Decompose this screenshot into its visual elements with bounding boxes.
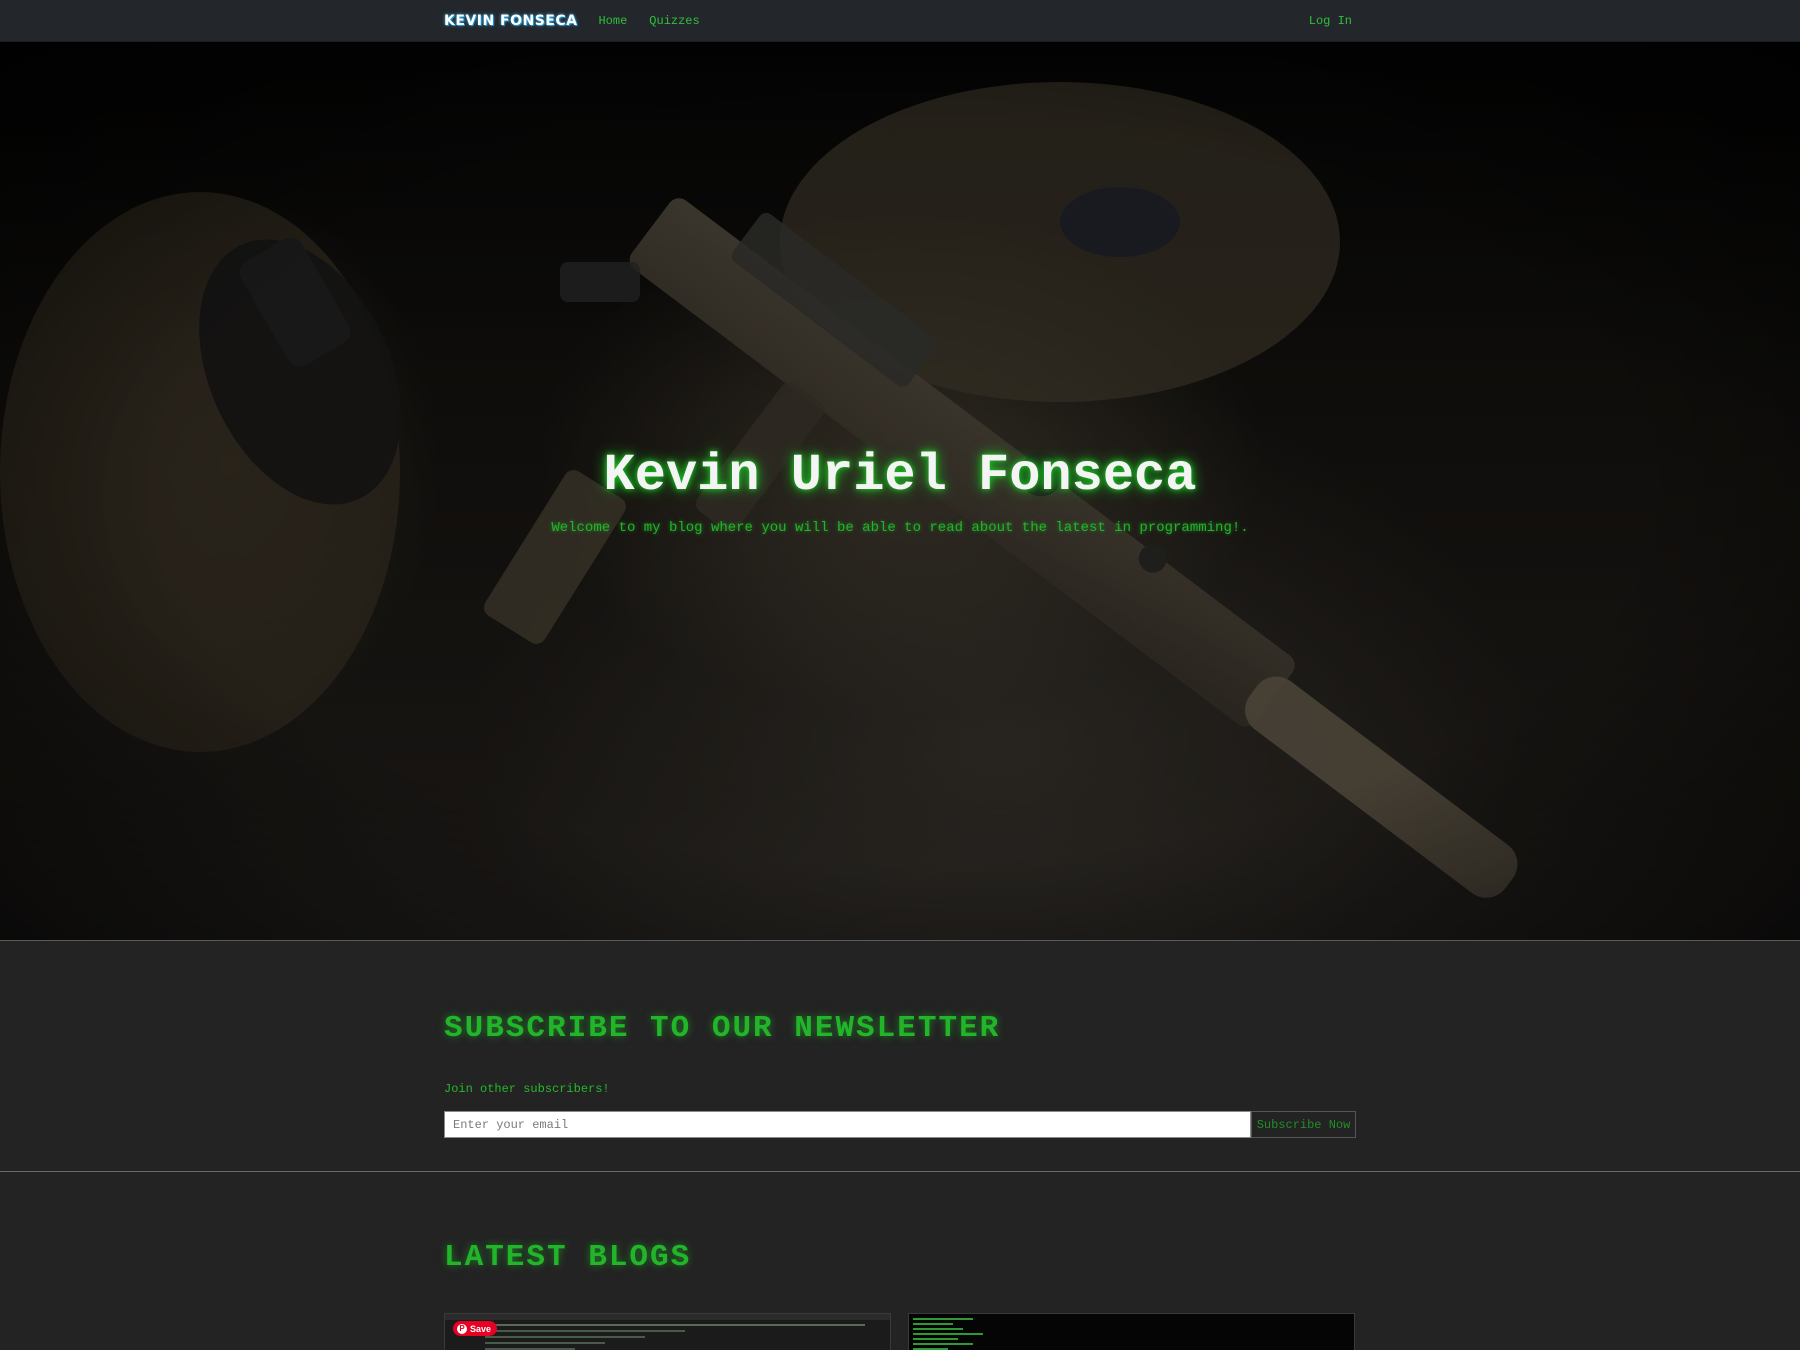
top-navbar: Kevin Fonseca Home Quizzes Log In xyxy=(0,0,1800,42)
blog-card[interactable]: P Save xyxy=(444,1313,891,1350)
hero-subtitle: Welcome to my blog where you will be abl… xyxy=(551,520,1249,536)
subscribe-button[interactable]: Subscribe Now xyxy=(1251,1111,1356,1138)
latest-blogs-title: LATEST BLOGS xyxy=(444,1240,692,1275)
newsletter-join-text: Join other subscribers! xyxy=(444,1082,610,1096)
pinterest-icon: P xyxy=(457,1323,467,1334)
email-input[interactable] xyxy=(444,1111,1251,1138)
brand-logo[interactable]: Kevin Fonseca xyxy=(444,13,577,29)
blog-card[interactable] xyxy=(908,1313,1355,1350)
pinterest-save-button[interactable]: P Save xyxy=(453,1321,498,1336)
navbar-container: Kevin Fonseca Home Quizzes Log In xyxy=(444,0,1352,42)
hero-title: Kevin Uriel Fonseca xyxy=(603,446,1197,505)
save-label: Save xyxy=(470,1323,492,1334)
nav-link-home[interactable]: Home xyxy=(598,14,627,28)
newsletter-section: SUBSCRIBE TO OUR NEWSLETTER Join other s… xyxy=(0,941,1800,1172)
blog-thumbnail-image xyxy=(913,1318,983,1350)
blog-thumbnail-image xyxy=(445,1314,890,1350)
nav-link-quizzes[interactable]: Quizzes xyxy=(649,14,699,28)
login-link[interactable]: Log In xyxy=(1309,14,1352,28)
newsletter-title: SUBSCRIBE TO OUR NEWSLETTER xyxy=(444,1011,1001,1046)
hero-banner: Kevin Uriel Fonseca Welcome to my blog w… xyxy=(0,42,1800,941)
latest-blogs-section: LATEST BLOGS P Save xyxy=(0,1172,1800,1350)
